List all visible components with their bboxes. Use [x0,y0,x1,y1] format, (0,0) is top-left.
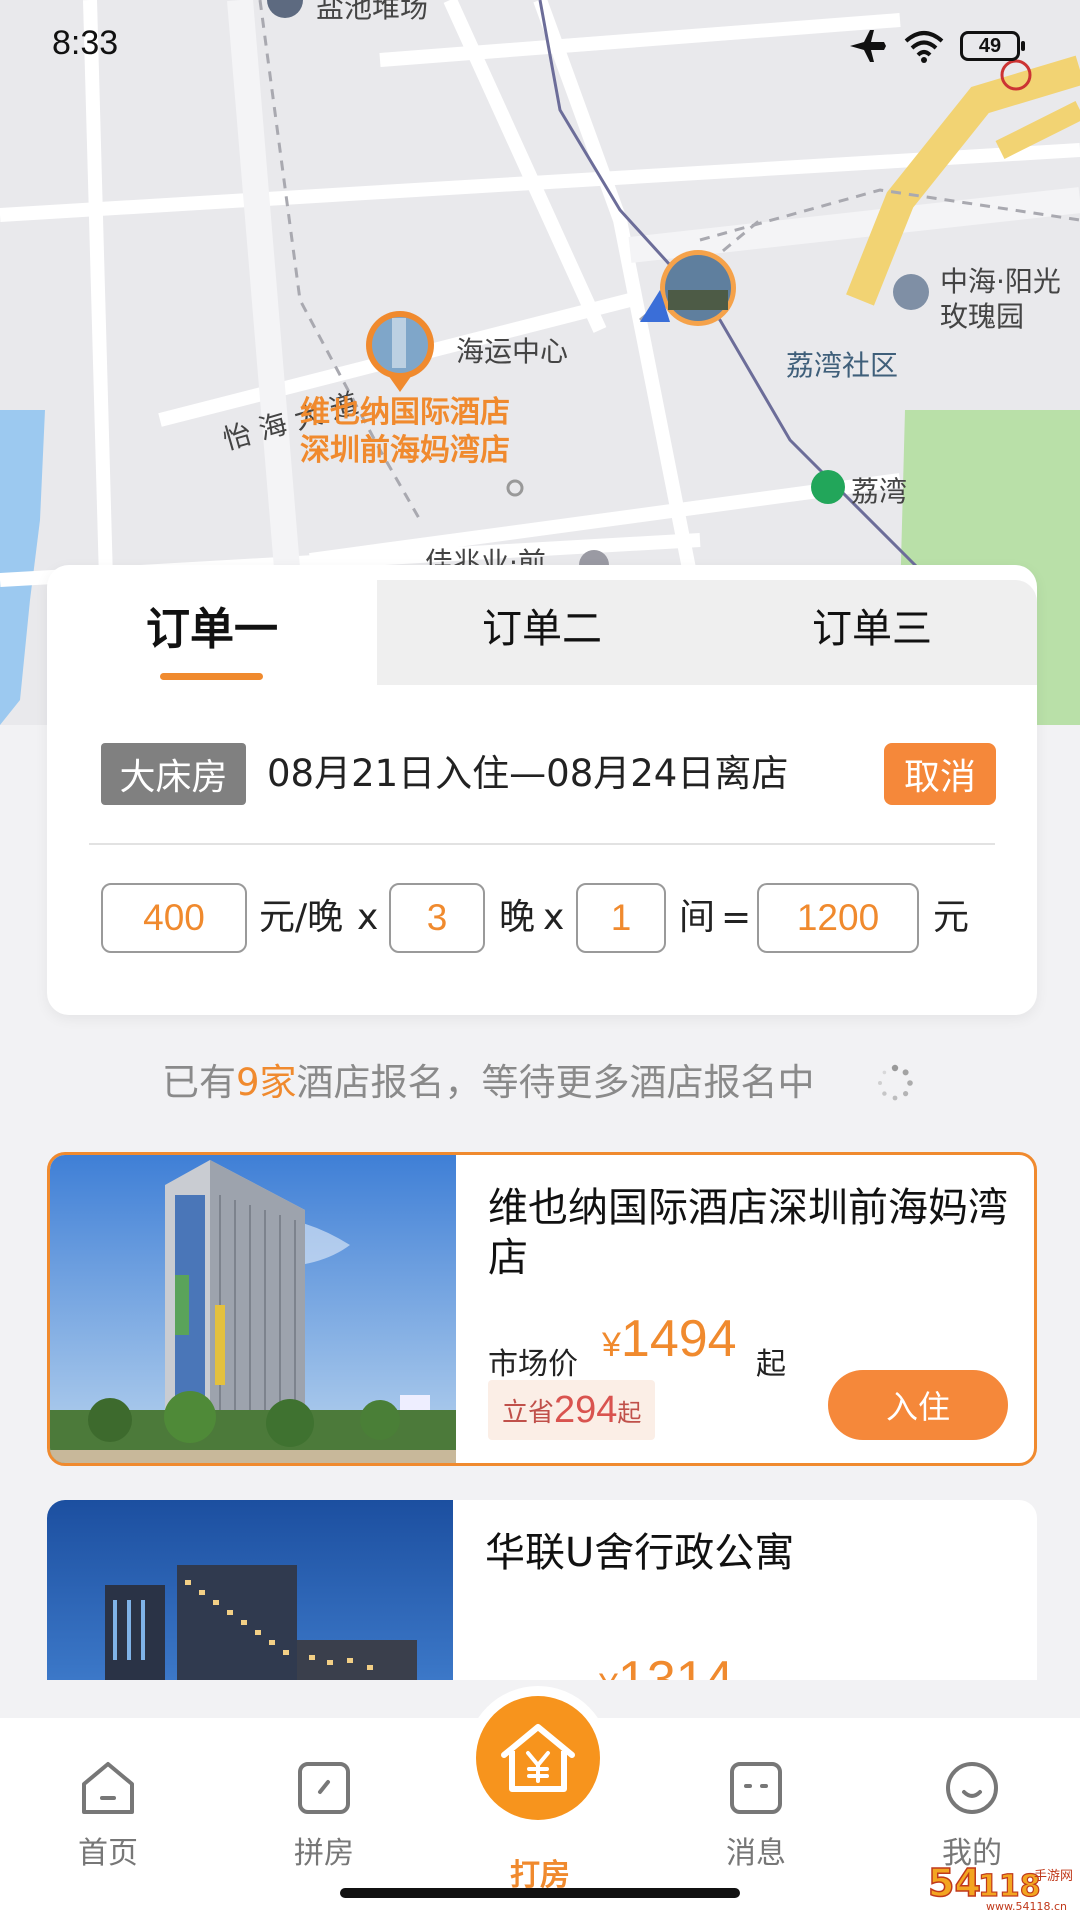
cancel-button[interactable]: 取消 [884,743,996,805]
price-from-label: 起 [756,1347,786,1382]
room-type-tag: 大床房 [101,743,246,805]
nav-share-label: 拼房 [294,1836,354,1871]
nav-share[interactable]: 拼房 [264,1758,384,1888]
market-price: ¥1314 [599,1650,734,1680]
save-from-label: 起 [617,1398,642,1427]
map-label-liwan-community: 荔湾社区 [786,349,899,382]
airplane-icon [850,30,886,62]
message-icon [730,1762,782,1814]
rooms-unit: 间 [679,897,716,938]
screen: 盐池堆场 海运中心 中海·阳光 玫瑰园 荔湾社区 怡 海 大 道 荔湾 佳兆业·… [0,0,1080,1920]
svg-text:54: 54 [928,1861,981,1905]
market-price-value: 1314 [617,1651,734,1680]
total-price-field[interactable]: 1200 [757,883,919,953]
hotel-count: 9家 [236,1061,297,1104]
tab-order-3[interactable]: 订单三 [707,565,1037,685]
tab-order-1[interactable]: 订单一 [47,565,377,685]
hotel-building-image [50,1155,456,1463]
nav-home-label: 首页 [78,1836,138,1871]
svg-text:118: 118 [978,1869,1041,1904]
map-label-liwan-station: 荔湾 [851,475,908,508]
stay-dates: 08月21日入住—08月24日离店 [267,752,789,795]
nights-unit: 晚 [499,897,536,938]
room-row: 大床房 08月21日入住—08月24日离店 取消 [101,743,996,805]
nav-messages-label: 消息 [726,1836,786,1871]
map-label-zhonghai-1: 中海·阳光 [940,265,1061,298]
hotel-photo [50,1155,456,1463]
save-amount: 294 [554,1388,618,1431]
price-calculation: 400 元/晚 x 3 晚 x 1 间 = 1200 元 [101,883,1001,953]
map-label-zhonghai-2: 玫瑰园 [940,300,1025,333]
total-unit: 元 [933,897,970,938]
smile-icon [946,1762,998,1814]
hotel-name: 华联U舍行政公寓 [485,1530,795,1576]
unit-per-night: 元/晚 [259,897,344,938]
order-card: 订单一 订单二 订单三 大床房 08月21日入住—08月24日离店 取消 400… [47,565,1037,1015]
market-price-value: 1494 [620,1310,737,1368]
map-hotel-name[interactable]: 维也纳国际酒店 深圳前海妈湾店 [280,394,530,470]
hint-suffix: 酒店报名，等待更多酒店报名中 [296,1061,815,1104]
wifi-icon [904,31,944,63]
hotel-name: 维也纳国际酒店深圳前海妈湾店 [488,1185,1008,1281]
map-hotel-name-line2: 深圳前海妈湾店 [300,433,510,468]
map-label-haiyun: 海运中心 [456,335,569,368]
status-time: 8:33 [52,24,119,62]
nav-home[interactable]: 首页 [48,1758,168,1888]
nav-messages[interactable]: 消息 [696,1758,816,1888]
svg-text:手游网: 手游网 [1034,1869,1073,1884]
hotel-card[interactable]: 维也纳国际酒店深圳前海妈湾店 市场价 ¥1494 起 立省 294 起 入住 [47,1152,1037,1466]
order-tabs: 订单一 订单二 订单三 [47,565,1037,685]
loading-spinner-icon [878,1064,913,1101]
divider [89,843,995,845]
hint-prefix: 已有 [162,1061,236,1104]
status-icons: 49 [848,26,1025,66]
equals-sign: = [721,897,752,938]
hotel-building-image [47,1500,453,1680]
home-indicator [340,1888,740,1898]
home-icon [82,1762,134,1814]
share-room-icon [298,1762,350,1814]
currency-symbol: ¥ [602,1326,621,1364]
nights-field[interactable]: 3 [389,883,485,953]
savings-badge: 立省 294 起 [488,1380,656,1440]
registration-hint: 已有9家酒店报名，等待更多酒店报名中 [162,1055,815,1111]
times-sign: x [543,897,565,938]
checkin-button[interactable]: 入住 [828,1370,1008,1440]
book-room-button[interactable] [476,1696,600,1820]
market-price-label: 市场价 [488,1347,578,1382]
hotel-card[interactable]: 华联U舍行政公寓 ¥1314 [47,1500,1037,1680]
rooms-field[interactable]: 1 [576,883,666,953]
price-per-night-field[interactable]: 400 [101,883,247,953]
market-price: ¥1494 [602,1309,737,1369]
currency-symbol: ¥ [599,1667,618,1680]
active-tab-indicator [160,673,263,680]
svg-text:www.54118.cn: www.54118.cn [986,1900,1067,1912]
status-bar: 8:33 49 [0,0,1080,90]
battery-indicator: 49 [960,31,1025,61]
hotel-photo [47,1500,453,1680]
times-sign: x [357,897,379,938]
map-hotel-name-line1: 维也纳国际酒店 [300,395,510,430]
tab-order-2[interactable]: 订单二 [377,565,707,685]
save-label: 立省 [502,1397,555,1428]
site-watermark-logo: 54 118 手游网 www.54118.cn [927,1860,1073,1912]
house-yen-icon [501,1724,575,1792]
